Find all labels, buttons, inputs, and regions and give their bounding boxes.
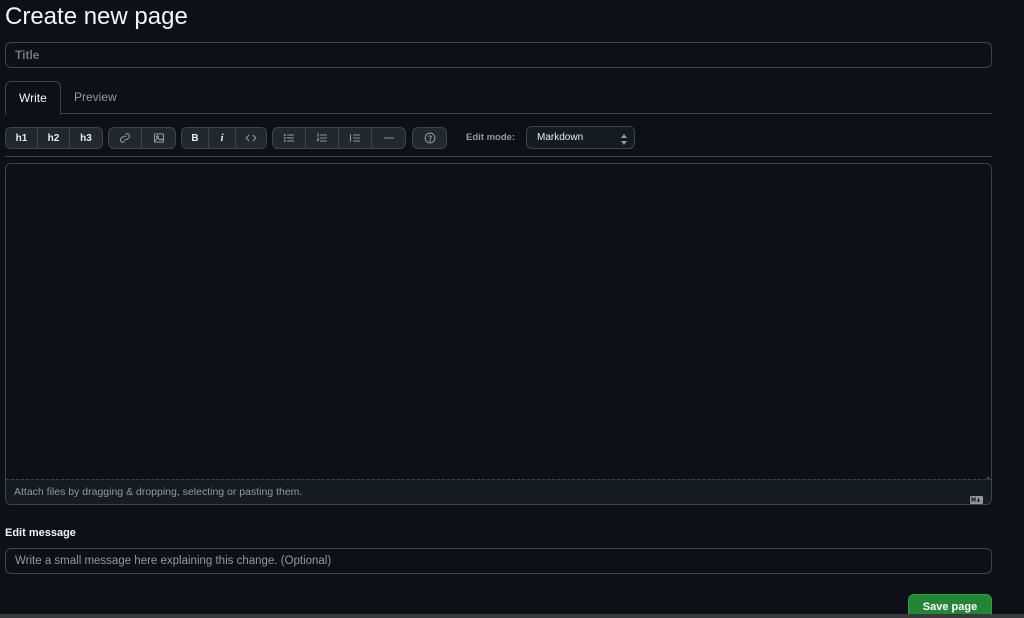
help-button[interactable] <box>413 128 446 148</box>
markdown-toolbar: h1 h2 h3 B i Edit mode: Markdown <box>5 126 992 157</box>
format-button-group: B i <box>181 127 267 149</box>
link-icon <box>119 133 131 143</box>
h3-button[interactable]: h3 <box>70 128 102 148</box>
attach-files-text: Attach files by dragging & dropping, sel… <box>14 486 303 498</box>
attach-files-bar[interactable]: Attach files by dragging & dropping, sel… <box>6 479 991 504</box>
h2-button[interactable]: h2 <box>38 128 70 148</box>
page-title: Create new page <box>5 3 188 30</box>
image-icon <box>153 133 164 143</box>
tab-preview[interactable]: Preview <box>61 81 130 114</box>
ordered-list-icon <box>316 133 327 142</box>
bold-button[interactable]: B <box>182 128 209 148</box>
help-icon <box>424 132 435 144</box>
select-arrows-icon <box>621 132 627 145</box>
edit-message-label: Edit message <box>5 527 76 539</box>
link-button[interactable] <box>109 128 142 148</box>
horizontal-rule-button[interactable] <box>372 128 405 148</box>
tab-write[interactable]: Write <box>5 81 61 115</box>
title-input[interactable] <box>5 42 992 68</box>
unordered-list-icon <box>283 134 294 142</box>
markdown-icon <box>970 489 983 504</box>
editor-textarea[interactable] <box>6 164 991 479</box>
code-button[interactable] <box>236 128 266 148</box>
ordered-list-button[interactable] <box>306 128 339 148</box>
window-bottom-edge <box>0 614 1024 618</box>
help-button-group <box>412 127 447 149</box>
insert-button-group <box>108 127 176 149</box>
editor-container: Attach files by dragging & dropping, sel… <box>5 163 992 505</box>
horizontal-rule-icon <box>383 137 394 139</box>
edit-message-input[interactable] <box>5 548 992 574</box>
italic-button[interactable]: i <box>209 128 236 148</box>
code-icon <box>245 134 257 142</box>
edit-mode-select[interactable]: Markdown <box>526 126 635 149</box>
h1-button[interactable]: h1 <box>6 128 38 148</box>
unordered-list-button[interactable] <box>273 128 306 148</box>
image-button[interactable] <box>142 128 175 148</box>
edit-mode-value: Markdown <box>537 132 584 143</box>
editor-tabs: Write Preview <box>5 81 992 115</box>
heading-button-group: h1 h2 h3 <box>5 127 103 149</box>
edit-mode-label: Edit mode: <box>466 132 516 143</box>
indent-list-icon <box>349 134 360 142</box>
indent-list-button[interactable] <box>339 128 372 148</box>
resize-grip-icon[interactable] <box>981 471 990 485</box>
list-button-group <box>272 127 406 149</box>
